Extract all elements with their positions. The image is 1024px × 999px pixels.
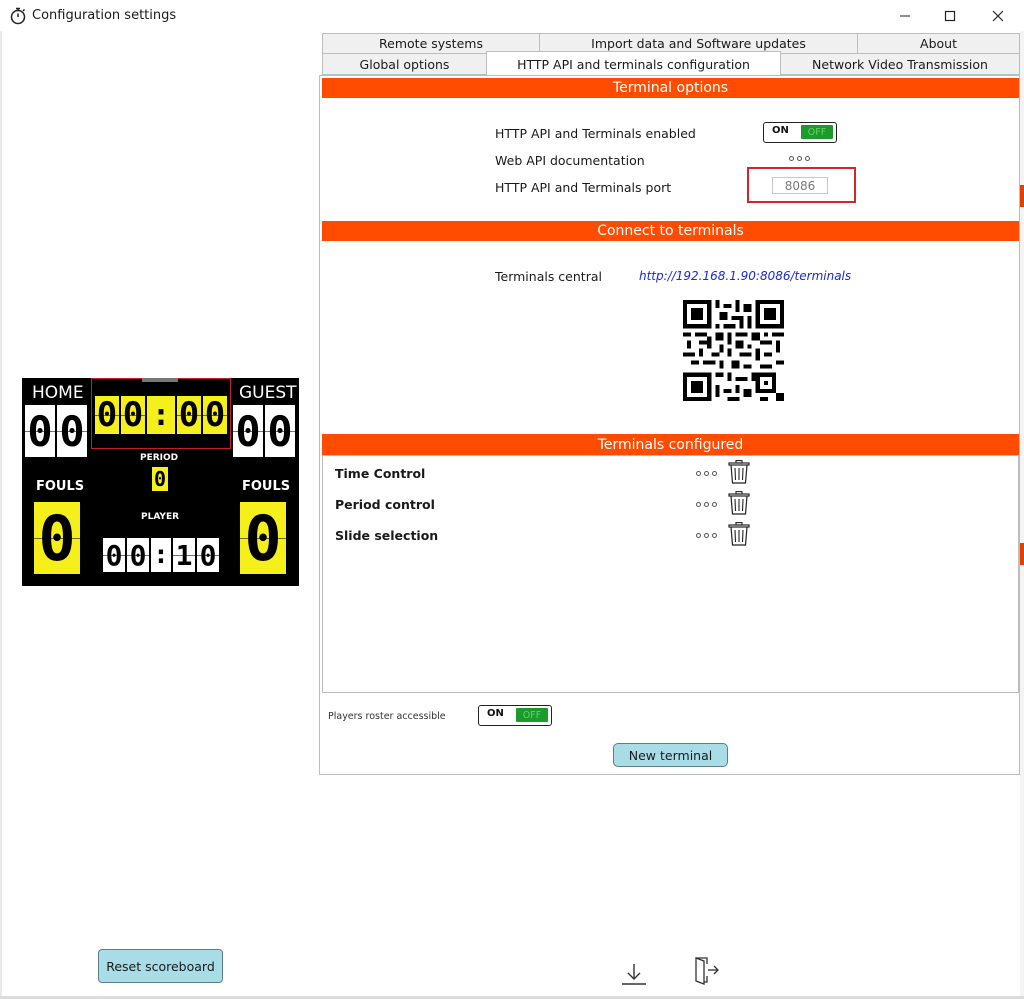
clock-separator: :: [147, 396, 175, 434]
terminals-central-link[interactable]: http://192.168.1.90:8086/terminals: [639, 269, 851, 283]
maximize-icon: [944, 10, 956, 21]
player-clock-digit: 0: [197, 538, 219, 572]
download-icon[interactable]: [620, 962, 648, 992]
new-terminal-button[interactable]: New terminal: [613, 743, 728, 767]
terminals-configured-list: [322, 455, 1019, 693]
exit-icon[interactable]: [693, 956, 721, 990]
close-button[interactable]: [975, 0, 1021, 31]
trash-icon[interactable]: [728, 460, 750, 488]
home-label: HOME: [32, 383, 84, 403]
terminal-item-label: Period control: [335, 497, 435, 512]
connect-terminals-header: Connect to terminals: [322, 221, 1019, 241]
home-score-digit: 0: [57, 405, 87, 457]
tab-http-api[interactable]: HTTP API and terminals configuration: [486, 51, 781, 76]
maximize-button[interactable]: [927, 0, 973, 31]
edge-marker: [1020, 185, 1024, 207]
close-icon: [992, 10, 1004, 21]
guest-score-digit: 0: [265, 405, 295, 457]
edge-marker: [1020, 543, 1024, 565]
terminal-more-icon[interactable]: [696, 533, 717, 538]
terminal-item-label: Slide selection: [335, 528, 439, 543]
port-label: HTTP API and Terminals port: [495, 180, 672, 195]
terminal-options-header: Terminal options: [322, 78, 1019, 98]
player-clock-digit: 0: [127, 538, 149, 572]
api-enabled-label: HTTP API and Terminals enabled: [495, 126, 696, 141]
tab-about[interactable]: About: [857, 33, 1020, 54]
stopwatch-icon: [9, 7, 27, 25]
web-api-doc-label: Web API documentation: [495, 153, 645, 168]
home-score-digit: 0: [25, 405, 55, 457]
home-fouls-digit: 0: [34, 502, 80, 575]
web-api-doc-more-icon[interactable]: [789, 156, 810, 161]
window-border-right: [1020, 31, 1024, 997]
port-input[interactable]: 8086: [772, 177, 828, 194]
roster-label: Players roster accessible: [328, 711, 446, 722]
home-fouls-label: FOULS: [36, 479, 85, 494]
terminals-central-label: Terminals central: [495, 269, 602, 284]
scoreboard-preview: HOME GUEST 0 0 0 0 : 0 0 0 0 PERIOD 0 FO…: [22, 378, 299, 586]
guest-fouls-label: FOULS: [242, 479, 291, 494]
player-clock-digit: 0: [103, 538, 125, 572]
guest-label: GUEST: [239, 383, 297, 403]
period-digit: 0: [152, 467, 168, 491]
minimize-icon: [900, 15, 910, 16]
guest-fouls-digit: 0: [240, 502, 286, 575]
terminals-configured-header: Terminals configured: [322, 434, 1019, 455]
guest-score-digit: 0: [233, 405, 263, 457]
player-clock-digit: 1: [173, 538, 195, 572]
trash-icon[interactable]: [728, 522, 750, 550]
qr-code-icon: [683, 300, 784, 401]
clock-digit: 0: [121, 395, 145, 435]
roster-toggle[interactable]: ON OFF: [478, 705, 552, 726]
clock-indicator: [142, 378, 178, 382]
trash-icon[interactable]: [728, 491, 750, 519]
tab-global-options[interactable]: Global options: [322, 53, 487, 75]
period-label: PERIOD: [140, 453, 179, 463]
minimize-button[interactable]: [882, 0, 928, 31]
tab-network-video[interactable]: Network Video Transmission: [780, 53, 1020, 75]
api-enabled-toggle[interactable]: ON OFF: [763, 122, 837, 143]
player-clock-separator: :: [151, 538, 171, 572]
terminal-more-icon[interactable]: [696, 502, 717, 507]
clock-digit: 0: [95, 395, 119, 435]
reset-scoreboard-button[interactable]: Reset scoreboard: [98, 949, 223, 983]
clock-digit: 0: [203, 395, 227, 435]
terminal-more-icon[interactable]: [696, 471, 717, 476]
player-label: PLAYER: [141, 512, 180, 522]
window-border-left: [0, 31, 2, 997]
window-title: Configuration settings: [32, 8, 177, 23]
terminal-item-label: Time Control: [335, 466, 426, 481]
clock-digit: 0: [177, 395, 201, 435]
